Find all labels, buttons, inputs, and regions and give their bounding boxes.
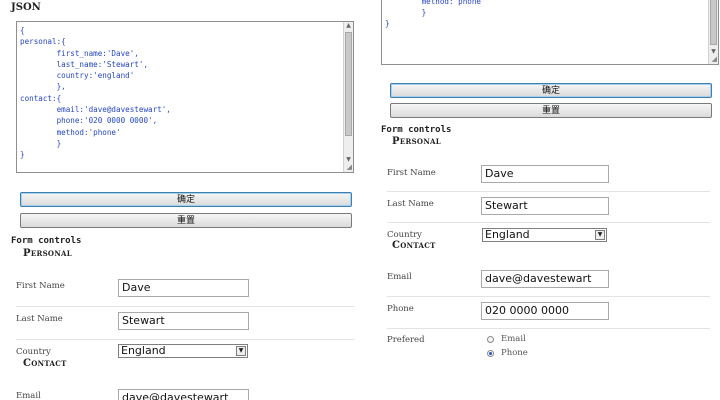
email-input[interactable]: dave@davestewart: [481, 270, 609, 288]
country-select-value: England: [485, 228, 530, 241]
form-controls-title: Form controls: [11, 236, 82, 246]
prefered-label: Prefered: [387, 335, 425, 345]
last-name-label: Last Name: [387, 199, 434, 209]
confirm-button[interactable]: 确定: [390, 83, 712, 98]
radio-phone[interactable]: [487, 350, 494, 357]
json-text: contact:{ email:'dave@davestewart', phon…: [385, 0, 486, 29]
chevron-up-icon[interactable]: ▲: [345, 22, 352, 30]
json-textarea[interactable]: contact:{ email:'dave@davestewart', phon…: [381, 0, 719, 65]
divider: [16, 339, 355, 340]
json-textarea[interactable]: { personal:{ first_name:'Dave', last_nam…: [16, 21, 354, 173]
country-select-value: England: [121, 344, 166, 357]
form-controls-title: Form controls: [381, 125, 452, 135]
left-pane: JSON { personal:{ first_name:'Dave', las…: [0, 0, 360, 400]
divider: [387, 328, 710, 329]
personal-legend: Personal: [23, 248, 72, 259]
radio-email[interactable]: [487, 336, 494, 343]
last-name-input[interactable]: Stewart: [481, 197, 609, 215]
json-text: { personal:{ first_name:'Dave', last_nam…: [20, 26, 171, 160]
email-input[interactable]: dave@davestewart: [118, 389, 249, 400]
country-label: Country: [16, 347, 51, 357]
email-label: Email: [16, 391, 41, 400]
confirm-button[interactable]: 确定: [20, 192, 352, 207]
country-select[interactable]: England ▼: [118, 344, 248, 358]
last-name-label: Last Name: [16, 314, 63, 324]
chevron-down-icon[interactable]: ▼: [236, 346, 246, 356]
divider: [387, 222, 710, 223]
first-name-input[interactable]: Dave: [481, 165, 609, 183]
contact-legend: Contact: [23, 358, 67, 369]
last-name-input[interactable]: Stewart: [118, 312, 249, 330]
first-name-label: First Name: [16, 281, 65, 291]
country-label: Country: [387, 230, 422, 240]
contact-legend: Contact: [392, 240, 436, 251]
json-title: JSON: [11, 2, 41, 13]
phone-input[interactable]: 020 0000 0000: [481, 302, 609, 320]
right-pane: contact:{ email:'dave@davestewart', phon…: [360, 0, 720, 400]
phone-label: Phone: [387, 304, 414, 314]
reset-button[interactable]: 重置: [390, 103, 712, 118]
json-scrollbar[interactable]: ▲ ▼: [343, 22, 353, 172]
reset-button[interactable]: 重置: [20, 213, 352, 228]
resize-grip-icon[interactable]: ◢: [347, 164, 352, 171]
country-select[interactable]: England ▼: [482, 228, 607, 242]
email-label: Email: [387, 272, 412, 282]
resize-grip-icon[interactable]: ◢: [712, 56, 717, 63]
personal-legend: Personal: [392, 136, 441, 147]
divider: [387, 296, 710, 297]
radio-email-label: Email: [501, 334, 526, 344]
first-name-label: First Name: [387, 168, 436, 178]
divider: [16, 306, 355, 307]
divider: [387, 191, 710, 192]
radio-phone-label: Phone: [501, 348, 528, 358]
scrollbar-thumb[interactable]: [345, 32, 352, 136]
scrollbar-thumb[interactable]: [710, 0, 717, 45]
first-name-input[interactable]: Dave: [118, 279, 249, 297]
chevron-down-icon[interactable]: ▼: [595, 230, 605, 240]
